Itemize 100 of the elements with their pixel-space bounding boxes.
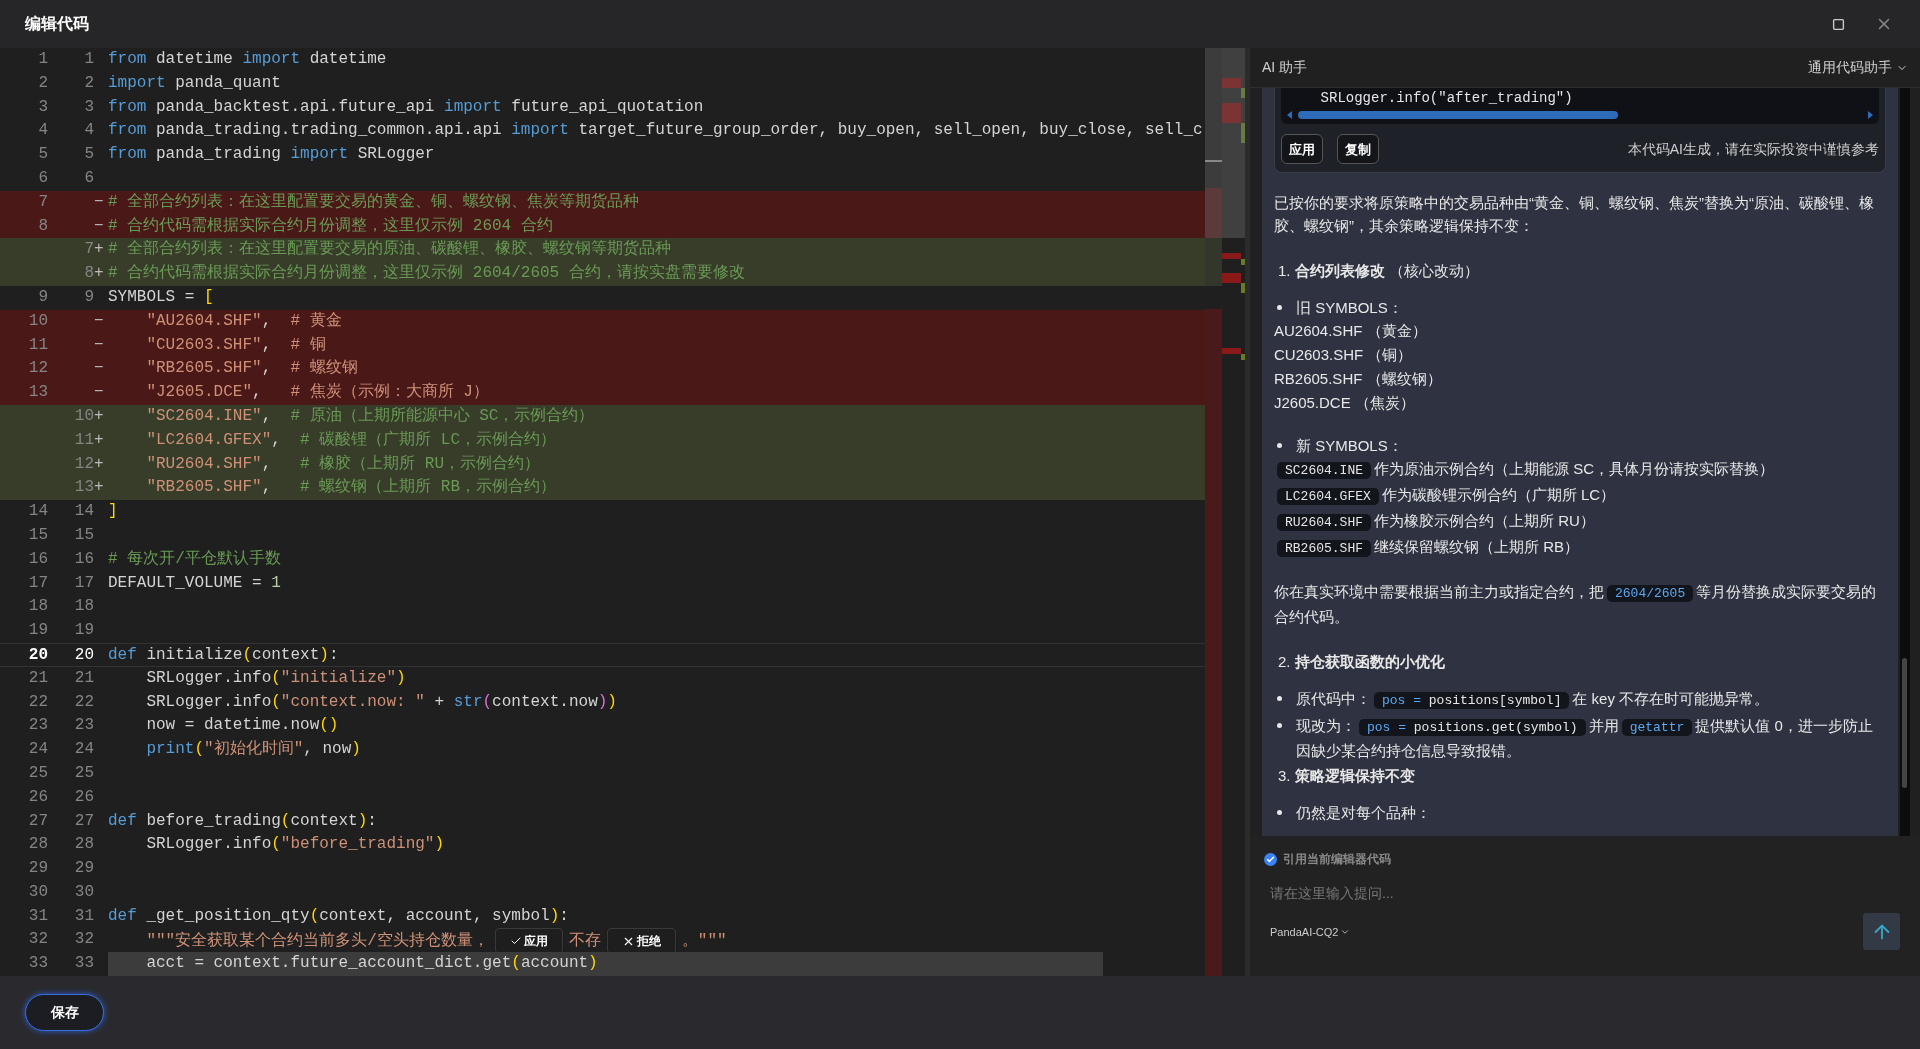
line-number: 8 xyxy=(84,263,94,285)
answer-text: 仍然是对每个品种： xyxy=(1296,804,1431,821)
line-number: 12 xyxy=(74,453,94,475)
line-number: 11 xyxy=(28,334,48,356)
code-text: SRLogger.info("initialize") xyxy=(145,667,406,689)
code-text: from datetime import datetime xyxy=(108,49,387,70)
line-number: 7 xyxy=(84,239,94,261)
line-number: 7 xyxy=(38,191,48,213)
code-text: """安全获取某个合约当前多头/空头持仓数量， xyxy=(145,932,489,951)
answer-text: 已按你的要求将原策略中的交易品种由“黄金、铜、螺纹钢、焦炭”替换为“原油、碳酸锂、橡胶、螺纹钢”，其余策略逻辑保持不变： xyxy=(1274,194,1874,234)
panel-title: AI 助手 xyxy=(1262,58,1308,77)
assistant-select[interactable]: 通用代码助手 xyxy=(1808,57,1908,78)
line-number: 17 xyxy=(74,572,94,594)
answer-text: 现改为： pos = positions.get(symbol) 并用 getattr 提供默认值 0，进一步防止因缺少某合约持仓信息导致报错。 xyxy=(1296,717,1873,759)
line-number: 13 xyxy=(28,382,48,404)
code-text: acct = context.future_account_dict.get(account) xyxy=(145,953,598,975)
line-number: 19 xyxy=(74,620,94,642)
diff-sign: − xyxy=(94,358,104,380)
diff-sign: − xyxy=(94,334,104,356)
code-text: def initialize(context): xyxy=(108,644,339,666)
code-text: 不存 xyxy=(568,932,601,951)
line-number: 23 xyxy=(74,715,94,737)
line-number: 4 xyxy=(38,120,48,142)
inline-code: getattr xyxy=(1621,719,1693,736)
diff-sign: + xyxy=(94,239,104,261)
line-number: 9 xyxy=(38,286,48,308)
vertical-scrollbar[interactable] xyxy=(1900,88,1910,836)
inline-code: LC2604.GFEX xyxy=(1277,488,1379,505)
line-number: 10 xyxy=(74,405,94,427)
code-text: # 全部合约列表：在这里配置要交易的原油、碳酸锂、橡胶、螺纹钢等期货品种 xyxy=(108,238,672,261)
code-text: from panda_backtest.api.future_api import future_api_quotation xyxy=(108,96,704,118)
line-number: 32 xyxy=(28,929,48,951)
code-text: import panda_quant xyxy=(108,72,281,94)
window-title: 编辑代码 xyxy=(25,14,89,34)
line-number: 3 xyxy=(84,96,94,118)
maximize-icon[interactable] xyxy=(1832,17,1845,31)
code-text: def before_trading(context): xyxy=(108,810,377,832)
line-number: 2 xyxy=(38,72,48,94)
save-button[interactable]: 保存 xyxy=(25,994,104,1031)
diff-sign: + xyxy=(94,405,104,427)
line-number: 20 xyxy=(74,644,94,666)
diff-sign: − xyxy=(94,215,104,237)
line-number: 5 xyxy=(38,144,48,166)
line-number: 25 xyxy=(28,762,48,784)
code-text: "RB2605.SHF", # 螺纹钢 xyxy=(145,357,358,380)
code-text: "SC2604.INE", # 原油（上期所能源中心 SC，示例合约） xyxy=(145,405,595,427)
inline-code: pos = positions[symbol] xyxy=(1374,692,1570,709)
heading-number: 3. xyxy=(1278,766,1291,786)
line-number: 6 xyxy=(38,168,48,189)
answer-text: RB2605.SHF 继续保留螺纹钢（上期所 RB） xyxy=(1274,538,1580,555)
line-number: 29 xyxy=(28,858,48,880)
diff-sign: + xyxy=(94,453,104,475)
question-field[interactable]: 请在这里输入提问... xyxy=(1264,878,1906,908)
line-number: 29 xyxy=(74,858,94,880)
line-number: 28 xyxy=(28,834,48,856)
line-number: 32 xyxy=(74,929,94,951)
apply-button[interactable]: 应用 xyxy=(494,928,563,953)
code-text: def _get_position_qty(context, account, symbol): xyxy=(108,905,569,927)
line-number: 31 xyxy=(28,905,48,927)
heading-number: 1. xyxy=(1278,261,1291,281)
line-number: 27 xyxy=(74,810,94,832)
line-number: 14 xyxy=(74,501,94,523)
line-number: 15 xyxy=(74,524,94,546)
line-number: 28 xyxy=(74,834,94,856)
reject-button[interactable]: 拒绝 xyxy=(606,928,676,953)
section-heading: 合约列表修改 xyxy=(1294,261,1385,281)
send-button[interactable] xyxy=(1863,913,1900,950)
line-number: 23 xyxy=(28,715,48,737)
line-number: 1 xyxy=(38,49,48,70)
code-text: DEFAULT_VOLUME = 1 xyxy=(108,572,281,594)
diff-sign: − xyxy=(94,382,104,404)
answer-text: CU2603.SHF （铜） xyxy=(1274,346,1413,363)
answer-text: AU2604.SHF （黄金） xyxy=(1274,322,1427,339)
line-number: 31 xyxy=(74,905,94,927)
check-icon xyxy=(1266,854,1275,864)
line-number: 26 xyxy=(28,786,48,808)
snippet-button[interactable]: 复制 xyxy=(1337,134,1379,164)
line-number: 24 xyxy=(74,739,94,761)
model-select[interactable]: PandaAI-CQ2 xyxy=(1270,924,1351,941)
code-text: "LC2604.GFEX", # 碳酸锂（广期所 LC，示例合约） xyxy=(145,429,557,451)
line-number: 16 xyxy=(28,548,48,570)
answer-text: RB2605.SHF （螺纹钢） xyxy=(1274,370,1442,387)
line-number: 27 xyxy=(28,810,48,832)
line-number: 3 xyxy=(38,96,48,118)
snippet-scrollbar[interactable] xyxy=(1287,109,1873,121)
snippet-button[interactable]: 应用 xyxy=(1281,134,1323,164)
code-text: SRLogger.info("context.now: " + str(context.now)) xyxy=(145,691,617,713)
line-number: 21 xyxy=(74,667,94,689)
inline-code: pos = positions.get(symbol) xyxy=(1359,719,1586,736)
line-number: 9 xyxy=(84,286,94,308)
answer-text: 原代码中： pos = positions[symbol] 在 key 不存在时可能抛异常。 xyxy=(1296,690,1770,707)
line-number: 6 xyxy=(84,168,94,189)
quote-checkbox[interactable] xyxy=(1264,852,1277,866)
line-number: 2 xyxy=(84,72,94,94)
checkbox-label: 引用当前编辑器代码 xyxy=(1283,851,1391,868)
code-text: # 合约代码需根据实际合约月份调整，这里仅示例 2604/2605 合约，请按实盘需要修改 xyxy=(108,262,745,285)
code-text: print("初始化时间", now) xyxy=(145,738,361,761)
section-heading: 策略逻辑保持不变 xyxy=(1294,766,1415,786)
answer-text: RU2604.SHF 作为橡胶示例合约（上期所 RU） xyxy=(1274,512,1595,529)
inline-code: RU2604.SHF xyxy=(1277,514,1371,531)
